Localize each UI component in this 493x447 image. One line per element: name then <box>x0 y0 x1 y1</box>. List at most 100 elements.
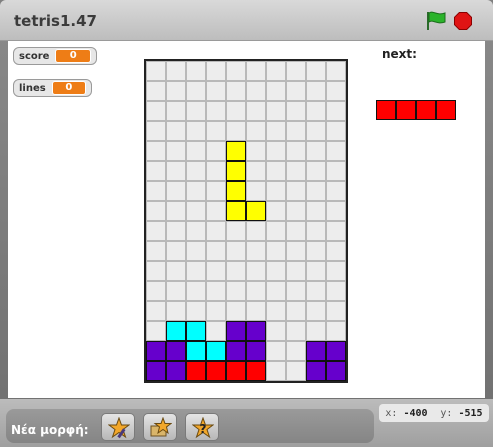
board-cell-empty <box>266 101 286 121</box>
board-cell-empty <box>206 201 226 221</box>
board-cell-empty <box>246 61 266 81</box>
board-cell-empty <box>246 301 266 321</box>
board-cell-empty <box>146 61 166 81</box>
board-cell-empty <box>306 261 326 281</box>
board-block <box>206 341 226 361</box>
board-cell-empty <box>166 201 186 221</box>
board-cell-empty <box>306 241 326 261</box>
board-cell-empty <box>186 221 206 241</box>
board-cell-empty <box>326 241 346 261</box>
board-cell-empty <box>206 321 226 341</box>
score-monitor: score 0 <box>13 47 97 65</box>
tetris-board <box>144 59 348 383</box>
board-cell-empty <box>246 121 266 141</box>
board-cell-empty <box>226 301 246 321</box>
board-cell-empty <box>306 61 326 81</box>
mouse-coordinates: x: -400 y: -515 <box>379 404 489 422</box>
board-cell-empty <box>326 81 346 101</box>
sprite-toolbar: Νέα μορφή: ? x: -400 y: -515 <box>0 399 493 447</box>
board-cell-empty <box>266 321 286 341</box>
board-cell-empty <box>326 61 346 81</box>
board-cell-empty <box>206 121 226 141</box>
board-cell-empty <box>306 81 326 101</box>
board-cell-empty <box>286 101 306 121</box>
board-cell-empty <box>326 201 346 221</box>
board-cell-empty <box>186 121 206 141</box>
lines-label: lines <box>19 82 46 94</box>
board-cell-empty <box>206 241 226 261</box>
board-cell-empty <box>286 141 306 161</box>
board-cell-empty <box>166 261 186 281</box>
board-cell-empty <box>206 281 226 301</box>
board-cell-empty <box>226 81 246 101</box>
board-cell-empty <box>286 301 306 321</box>
board-cell-empty <box>246 261 266 281</box>
folder-star-icon <box>150 417 172 437</box>
mouse-x-value: -400 <box>403 407 428 419</box>
surprise-sprite-button[interactable]: ? <box>185 413 219 441</box>
board-cell-empty <box>246 221 266 241</box>
board-cell-empty <box>166 301 186 321</box>
board-cell-empty <box>326 221 346 241</box>
board-cell-empty <box>146 301 166 321</box>
board-cell-empty <box>146 261 166 281</box>
question-star-icon: ? <box>192 417 214 439</box>
board-block <box>326 361 346 381</box>
board-cell-empty <box>206 141 226 161</box>
board-block <box>166 341 186 361</box>
board-cell-empty <box>226 221 246 241</box>
board-cell-empty <box>266 161 286 181</box>
board-cell-empty <box>326 301 346 321</box>
board-cell-empty <box>306 281 326 301</box>
board-cell-empty <box>306 301 326 321</box>
next-piece-block <box>396 100 416 120</box>
board-cell-empty <box>286 201 306 221</box>
board-cell-empty <box>246 161 266 181</box>
board-block <box>146 341 166 361</box>
board-cell-empty <box>306 321 326 341</box>
board-cell-empty <box>286 261 306 281</box>
choose-sprite-from-file-button[interactable] <box>143 413 177 441</box>
board-cell-empty <box>266 241 286 261</box>
board-cell-empty <box>246 181 266 201</box>
board-cell-empty <box>266 341 286 361</box>
board-cell-empty <box>246 241 266 261</box>
board-cell-empty <box>186 161 206 181</box>
board-block <box>306 341 326 361</box>
board-block <box>186 361 206 381</box>
paint-new-sprite-button[interactable] <box>101 413 135 441</box>
board-cell-empty <box>206 181 226 201</box>
board-cell-empty <box>306 201 326 221</box>
board-cell-empty <box>326 101 346 121</box>
board-cell-empty <box>186 61 206 81</box>
board-block <box>246 321 266 341</box>
next-piece-block <box>416 100 436 120</box>
board-cell-empty <box>326 121 346 141</box>
board-cell-empty <box>166 61 186 81</box>
board-cell-empty <box>166 161 186 181</box>
board-cell-empty <box>266 181 286 201</box>
board-cell-empty <box>186 101 206 121</box>
board-cell-empty <box>206 221 226 241</box>
board-cell-empty <box>246 281 266 301</box>
board-cell-empty <box>286 161 306 181</box>
title-bar: tetris1.47 <box>0 0 493 41</box>
mouse-x-label: x: <box>385 407 398 419</box>
app-window: tetris1.47 score 0 lines 0 next: Νέα μορ… <box>0 0 493 447</box>
board-cell-empty <box>166 221 186 241</box>
board-block <box>186 321 206 341</box>
stage[interactable]: score 0 lines 0 next: <box>8 41 485 398</box>
board-cell-empty <box>226 281 246 301</box>
stop-sign-icon[interactable] <box>454 12 472 30</box>
green-flag-icon[interactable] <box>425 11 447 31</box>
score-label: score <box>19 50 50 62</box>
next-piece-label: next: <box>382 47 417 61</box>
board-block <box>226 361 246 381</box>
board-cell-empty <box>186 181 206 201</box>
board-block <box>226 201 246 221</box>
mouse-y-value: -515 <box>458 407 483 419</box>
board-cell-empty <box>266 261 286 281</box>
board-cell-empty <box>286 61 306 81</box>
board-cell-empty <box>286 361 306 381</box>
board-block <box>226 181 246 201</box>
